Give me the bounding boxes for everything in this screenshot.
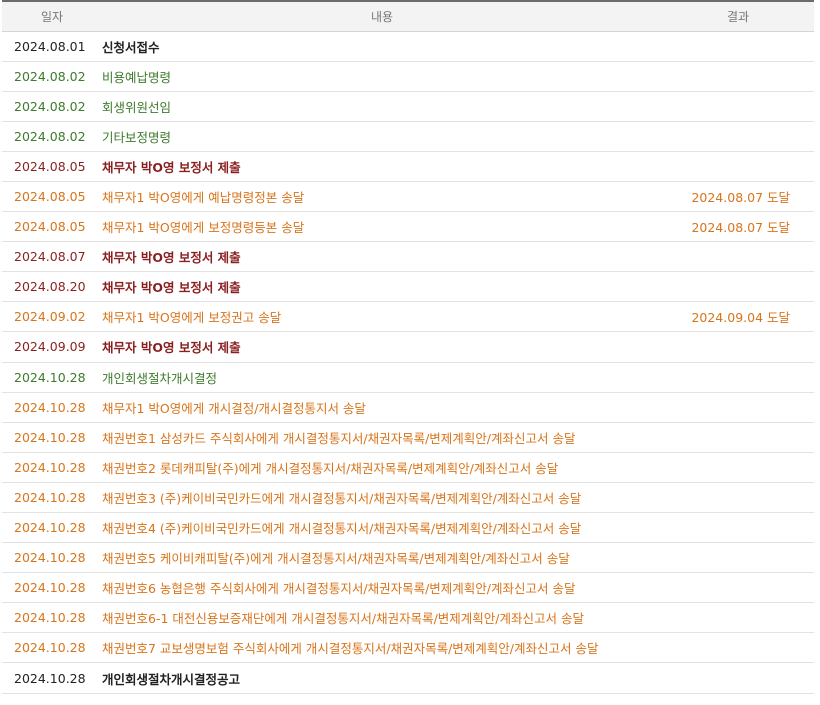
row-date: 2024.10.28: [14, 520, 86, 536]
table-row: 2024.10.28 채무자1 박O영에게 개시결정/개시결정통지서 송달: [2, 392, 814, 423]
table-row: 2024.09.09 채무자 박O영 보정서 제출: [2, 332, 814, 363]
header-date: 일자: [40, 9, 64, 24]
case-progress-table-container: 일자 내용 결과 2024.08.01 신청서접수 2024.08.02 비용예납명령…: [2, 0, 814, 694]
row-date: 2024.08.05: [14, 158, 86, 174]
row-date: 2024.08.02: [14, 68, 86, 84]
row-date: 2024.10.28: [14, 610, 86, 626]
table-row: 2024.08.20 채무자 박O영 보정서 제출: [2, 272, 814, 302]
row-content: 비용예납명령: [102, 69, 172, 85]
row-date: 2024.08.05: [14, 219, 86, 235]
row-result: [662, 242, 814, 272]
table-row: 2024.08.05 채무자1 박O영에게 예납명령정본 송달 2024.08.07…: [2, 181, 814, 212]
row-content: 기타보정명령: [102, 129, 172, 145]
row-content: 채권번호4 (주)케이비국민카드에게 개시결정통지서/채권자목록/변제계획안/계…: [102, 521, 582, 537]
row-result: [662, 513, 814, 543]
row-date: 2024.08.02: [14, 128, 86, 144]
row-result: [662, 362, 814, 392]
row-date: 2024.10.28: [14, 640, 86, 656]
table-body: 2024.08.01 신청서접수 2024.08.02 비용예납명령 2024.08.0…: [2, 31, 814, 694]
row-date: 2024.10.28: [14, 580, 86, 596]
row-content: 채무자 박O영 보정서 제출: [102, 280, 241, 296]
row-content: 채무자1 박O영에게 예납명령정본 송달: [102, 190, 305, 206]
row-result: [662, 573, 814, 603]
table-header: 일자 내용 결과: [2, 1, 814, 31]
row-result: [662, 452, 814, 482]
row-result: 2024.09.04 도달: [691, 310, 790, 326]
row-content: 채무자 박O영 보정서 제출: [102, 159, 241, 175]
row-date: 2024.08.20: [14, 279, 86, 295]
row-date: 2024.08.01: [14, 38, 86, 54]
row-date: 2024.10.28: [14, 399, 86, 415]
row-date: 2024.10.28: [14, 369, 86, 385]
row-content: 채무자1 박O영에게 보정권고 송달: [102, 310, 282, 326]
row-content: 개인회생절차개시결정공고: [102, 671, 241, 687]
table-row: 2024.10.28 채권번호6-1 대전신용보증재단에게 개시결정통지서/채권자…: [2, 603, 814, 633]
table-row: 2024.08.05 채무자1 박O영에게 보정명령등본 송달 2024.08.07…: [2, 212, 814, 242]
case-progress-table: 일자 내용 결과 2024.08.01 신청서접수 2024.08.02 비용예납명령…: [2, 0, 814, 694]
row-date: 2024.10.28: [14, 429, 86, 445]
row-date: 2024.09.02: [14, 309, 86, 325]
row-content: 채무자1 박O영에게 개시결정/개시결정통지서 송달: [102, 400, 366, 416]
row-date: 2024.08.07: [14, 249, 86, 265]
table-row: 2024.09.02 채무자1 박O영에게 보정권고 송달 2024.09.04 도…: [2, 302, 814, 332]
row-date: 2024.08.05: [14, 189, 86, 205]
row-result: 2024.08.07 도달: [691, 190, 790, 206]
row-content: 개인회생절차개시결정: [102, 370, 218, 386]
row-result: [662, 151, 814, 181]
row-result: [662, 91, 814, 121]
row-result: [662, 422, 814, 452]
table-row: 2024.10.28 개인회생절차개시결정: [2, 362, 814, 393]
row-content: 채무자 박O영 보정서 제출: [102, 340, 241, 356]
row-result: [662, 543, 814, 573]
row-result: [662, 61, 814, 91]
row-result: [662, 633, 814, 663]
table-row: 2024.08.02 기타보정명령: [2, 121, 814, 152]
row-result: [662, 121, 814, 151]
row-date: 2024.08.02: [14, 98, 86, 114]
table-row: 2024.10.28 채권번호5 케이비캐피탈(주)에게 개시결정통지서/채권자목…: [2, 543, 814, 573]
row-content: 신청서접수: [102, 39, 160, 55]
row-result: [662, 332, 814, 362]
row-content: 채권번호6-1 대전신용보증재단에게 개시결정통지서/채권자목록/변제계획안/계…: [102, 611, 584, 627]
row-result: [662, 392, 814, 422]
row-result: [662, 663, 814, 693]
header-content: 내용: [370, 9, 394, 24]
row-content: 회생위원선임: [102, 99, 172, 115]
table-row: 2024.10.28 채권번호4 (주)케이비국민카드에게 개시결정통지서/채권자…: [2, 513, 814, 543]
row-content: 채무자 박O영 보정서 제출: [102, 250, 241, 266]
row-result: [662, 31, 814, 61]
row-date: 2024.10.28: [14, 550, 86, 566]
row-date: 2024.10.28: [14, 459, 86, 475]
header-result: 결과: [726, 9, 750, 24]
table-row: 2024.08.07 채무자 박O영 보정서 제출: [2, 242, 814, 272]
row-content: 채권번호3 (주)케이비국민카드에게 개시결정통지서/채권자목록/변제계획안/계…: [102, 490, 582, 506]
table-row: 2024.08.01 신청서접수: [2, 31, 814, 62]
header-row: 일자 내용 결과: [2, 1, 814, 31]
table-row: 2024.10.28 개인회생절차개시결정공고: [2, 663, 814, 694]
row-content: 채권번호1 삼성카드 주식회사에게 개시결정통지서/채권자목록/변제계획안/계좌…: [102, 430, 576, 446]
table-row: 2024.10.28 채권번호6 농협은행 주식회사에게 개시결정통지서/채권자목…: [2, 573, 814, 603]
row-result: [662, 603, 814, 633]
row-result: [662, 272, 814, 302]
row-content: 채무자1 박O영에게 보정명령등본 송달: [102, 220, 305, 236]
row-content: 채권번호2 롯데캐피탈(주)에게 개시결정통지서/채권자목록/변제계획안/계좌신…: [102, 460, 559, 476]
table-row: 2024.10.28 채권번호7 교보생명보험 주식회사에게 개시결정통지서/채권…: [2, 633, 814, 663]
row-content: 채권번호6 농협은행 주식회사에게 개시결정통지서/채권자목록/변제계획안/계좌…: [102, 581, 576, 597]
row-date: 2024.10.28: [14, 670, 86, 686]
table-row: 2024.08.02 회생위원선임: [2, 91, 814, 122]
row-result: [662, 482, 814, 512]
table-row: 2024.10.28 채권번호3 (주)케이비국민카드에게 개시결정통지서/채권자…: [2, 482, 814, 513]
row-date: 2024.10.28: [14, 489, 86, 505]
row-content: 채권번호5 케이비캐피탈(주)에게 개시결정통지서/채권자목록/변제계획안/계좌…: [102, 551, 570, 567]
table-row: 2024.08.05 채무자 박O영 보정서 제출: [2, 151, 814, 182]
table-row: 2024.10.28 채권번호2 롯데캐피탈(주)에게 개시결정통지서/채권자목록…: [2, 452, 814, 483]
row-result: 2024.08.07 도달: [691, 220, 790, 236]
table-row: 2024.08.02 비용예납명령: [2, 61, 814, 92]
row-content: 채권번호7 교보생명보험 주식회사에게 개시결정통지서/채권자목록/변제계획안/…: [102, 641, 599, 657]
row-date: 2024.09.09: [14, 339, 86, 355]
table-row: 2024.10.28 채권번호1 삼성카드 주식회사에게 개시결정통지서/채권자목…: [2, 422, 814, 453]
